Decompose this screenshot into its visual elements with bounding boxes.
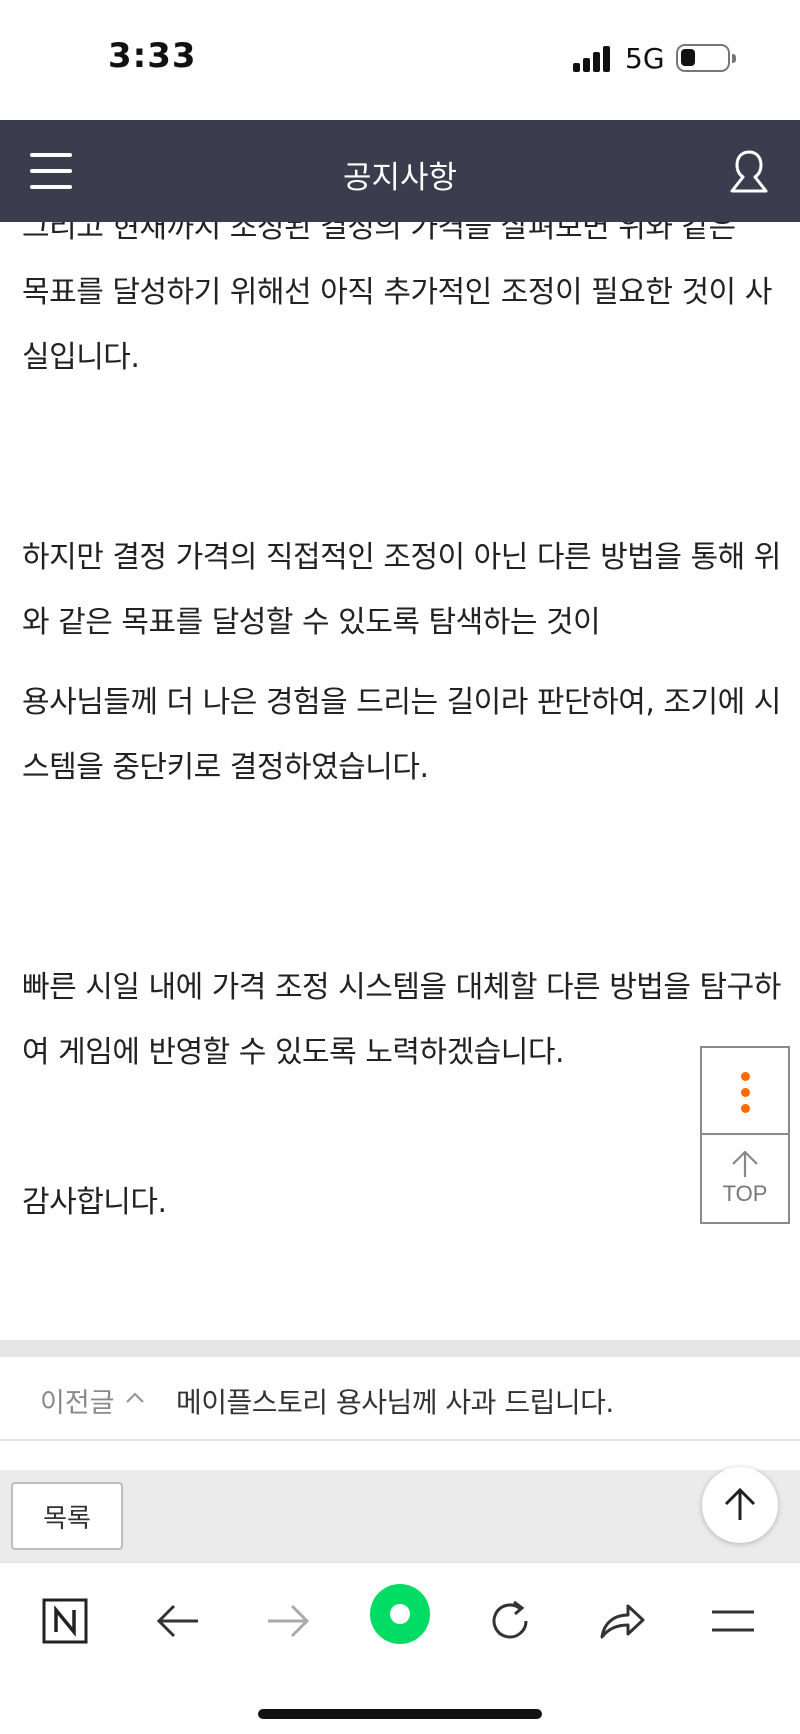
scroll-to-top-button[interactable] bbox=[702, 1467, 778, 1543]
prev-post-title: 메이플스토리 용사님께 사과 드립니다. bbox=[176, 1386, 614, 1419]
chevron-up-icon bbox=[126, 1392, 144, 1403]
list-bar: 목록 bbox=[0, 1470, 800, 1562]
top-label: TOP bbox=[722, 1181, 768, 1206]
back-arrow-icon[interactable] bbox=[148, 1591, 208, 1651]
article-body: 그리고 현재까지 조정된 결정의 가격을 살펴보면 위와 같은 목표를 달성하기… bbox=[0, 170, 800, 1340]
side-tools: TOP bbox=[700, 1046, 790, 1224]
menu-icon[interactable] bbox=[703, 1591, 763, 1651]
prev-post-label: 이전글 bbox=[40, 1388, 115, 1419]
home-indicator bbox=[258, 1709, 542, 1719]
network-type: 5G bbox=[625, 42, 665, 75]
article-paragraph: 감사합니다. bbox=[22, 1185, 167, 1220]
app-header: 공지사항 bbox=[0, 120, 800, 222]
prev-post-link[interactable]: 이전글 메이플스토리 용사님께 사과 드립니다. bbox=[0, 1357, 800, 1441]
green-dot-icon[interactable] bbox=[369, 1583, 431, 1645]
signal-strength-icon bbox=[573, 46, 615, 72]
list-button[interactable]: 목록 bbox=[11, 1482, 123, 1550]
status-bar: 3:33 5G bbox=[0, 0, 800, 120]
article-paragraph: 빠른 시일 내에 가격 조정 시스템을 대체할 다른 방법을 탐구하여 게임에 … bbox=[22, 970, 781, 1070]
arrow-up-icon bbox=[724, 1487, 756, 1520]
browser-toolbar bbox=[0, 1562, 800, 1734]
arrow-up-icon bbox=[732, 1150, 758, 1177]
user-profile-icon[interactable] bbox=[728, 148, 770, 196]
article-paragraph: 하지만 결정 가격의 직접적인 조정이 아닌 다른 방법을 통해 위와 같은 목… bbox=[22, 540, 781, 640]
refresh-icon[interactable] bbox=[480, 1591, 540, 1651]
share-icon[interactable] bbox=[592, 1591, 652, 1651]
battery-icon bbox=[676, 44, 736, 72]
article-paragraph: 목표를 달성하기 위해선 아직 추가적인 조정이 필요한 것이 사실입니다. bbox=[22, 275, 772, 375]
status-time: 3:33 bbox=[108, 36, 197, 76]
article-paragraph: 용사님들께 더 나은 경험을 드리는 길이라 판단하여, 조기에 시스템을 중단… bbox=[22, 685, 781, 785]
page-title: 공지사항 bbox=[342, 160, 458, 196]
more-options-icon[interactable] bbox=[702, 1048, 788, 1135]
forward-arrow-icon[interactable] bbox=[258, 1591, 318, 1651]
scroll-top-button[interactable]: TOP bbox=[702, 1135, 788, 1222]
section-divider bbox=[0, 1340, 800, 1357]
naver-n-icon[interactable] bbox=[35, 1591, 95, 1651]
